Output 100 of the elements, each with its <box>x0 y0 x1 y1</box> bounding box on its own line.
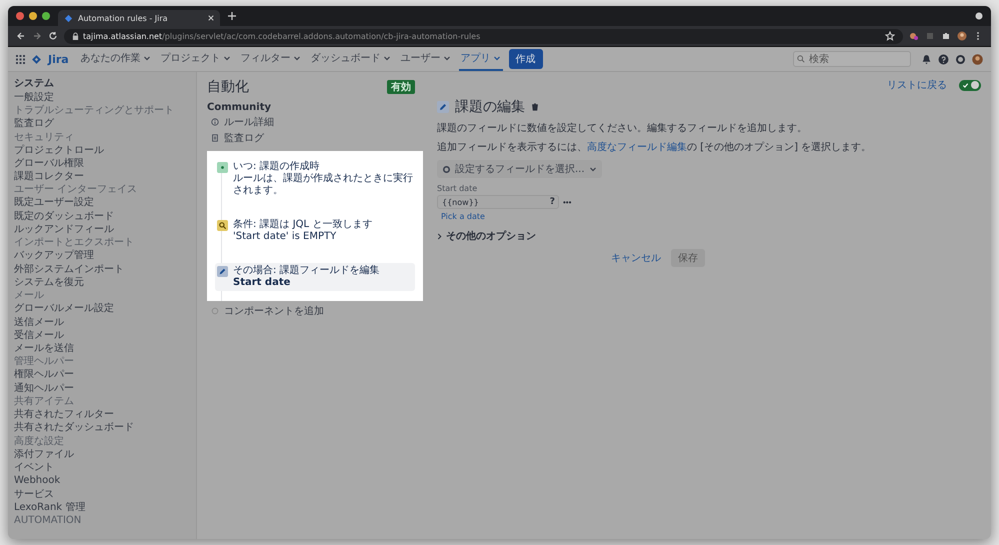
nav-menu[interactable]: プロジェクト <box>158 47 233 71</box>
nav-menu[interactable]: フィルター <box>238 47 303 71</box>
help-icon[interactable] <box>938 54 949 64</box>
sidebar-heading: 管理ヘルパー <box>14 355 75 368</box>
editor-title: 課題の編集 <box>455 98 525 116</box>
avatar-icon[interactable] <box>972 54 983 64</box>
sidebar-item[interactable]: 外部システムインポート <box>14 262 190 276</box>
nav-menu[interactable]: ユーザー <box>398 47 453 71</box>
caret-icon <box>588 165 597 173</box>
address-bar[interactable]: tajima.atlassian.net/plugins/servlet/ac/com.codebarrel.addons.automation/cb-jira-automation-rules <box>64 28 903 44</box>
nav-menu[interactable]: あなたの作業 <box>78 47 153 71</box>
sidebar-item[interactable]: 一般設定 <box>14 91 190 104</box>
sidebar-heading: ユーザー インターフェイス <box>14 183 138 196</box>
rule-step[interactable]: いつ: 課題の作成時 ルールは、課題が作成されたときに実行されます。 <box>215 159 415 199</box>
sidebar-item[interactable]: グローバルメール設定 <box>14 302 190 316</box>
rule-toggle[interactable] <box>959 80 981 90</box>
sidebar-item[interactable]: 添付ファイル <box>14 448 190 461</box>
project-label: Community <box>207 102 272 113</box>
sidebar-item[interactable]: 送信メール <box>14 316 190 329</box>
caret-icon <box>222 54 231 62</box>
sidebar-item[interactable]: イベント <box>14 460 190 474</box>
star-icon[interactable] <box>885 31 895 41</box>
info-icon <box>211 118 219 126</box>
lock-icon <box>72 32 79 40</box>
rule-link[interactable]: ルール詳細 <box>211 115 425 129</box>
sidebar-heading: メール <box>14 289 45 302</box>
sidebar-heading: インポートとエクスポート <box>14 236 135 250</box>
sidebar-item[interactable]: グローバル権限 <box>14 156 190 170</box>
back-icon[interactable] <box>16 31 26 41</box>
nav-menu[interactable]: ダッシュボード <box>308 47 393 71</box>
caret-icon <box>442 54 451 62</box>
page-title: 自動化 <box>207 78 249 96</box>
sidebar-heading: AUTOMATION <box>14 514 82 528</box>
search-field[interactable]: 検索 <box>793 51 911 67</box>
sidebar-heading: 共有アイテム <box>14 395 75 408</box>
caret-icon <box>292 54 301 62</box>
step-detail: Start date <box>233 277 292 289</box>
cancel-button[interactable]: キャンセル <box>607 249 665 267</box>
search-icon <box>217 220 228 231</box>
more-options-toggle[interactable]: その他のオプション <box>437 229 536 243</box>
back-to-list-link[interactable]: リストに戻る <box>887 78 947 92</box>
sidebar-item[interactable]: 共有されたダッシュボード <box>14 421 190 435</box>
extension-icon[interactable] <box>909 31 919 41</box>
bell-icon[interactable] <box>921 54 932 64</box>
add-component-link[interactable]: コンポーネントを追加 <box>211 304 425 318</box>
caret-icon <box>382 54 391 62</box>
reload-icon[interactable] <box>48 31 58 41</box>
nav-menu[interactable]: アプリ <box>458 47 503 71</box>
sidebar-item[interactable]: システムを復元 <box>14 276 190 290</box>
sidebar-item[interactable]: 既定ユーザー設定 <box>14 196 190 210</box>
sidebar-item[interactable]: ルックアンドフィール <box>14 223 190 236</box>
sidebar-title: システム <box>14 77 55 91</box>
pick-date-link[interactable]: Pick a date <box>441 212 485 221</box>
sidebar-item[interactable]: 通知ヘルパー <box>14 382 190 396</box>
sidebar-item[interactable]: 共有されたフィルター <box>14 408 190 422</box>
app-switcher-icon[interactable] <box>16 54 25 64</box>
settings-icon[interactable] <box>955 54 966 64</box>
close-icon[interactable] <box>208 15 214 21</box>
sidebar-item[interactable]: 課題コレクター <box>14 170 190 184</box>
sidebar-item[interactable]: バックアップ管理 <box>14 249 190 263</box>
jira-logo-icon <box>64 14 73 22</box>
field-label: Start date <box>437 184 478 193</box>
sidebar-item[interactable]: Webhook <box>14 474 190 488</box>
minimize-window-icon[interactable] <box>29 12 37 20</box>
sidebar-item[interactable]: LexoRank 管理 <box>14 500 190 514</box>
sidebar-heading: トラブルシューティングとサポート <box>14 104 175 118</box>
help-button[interactable]: ? <box>550 196 555 208</box>
new-tab-icon[interactable] <box>228 12 236 20</box>
maximize-window-icon[interactable] <box>42 12 50 20</box>
sidebar-item[interactable]: 既定のダッシュボード <box>14 210 190 224</box>
browser-tab[interactable]: Automation rules - Jira <box>58 10 220 26</box>
sidebar-item[interactable]: プロジェクトロール <box>14 144 190 157</box>
avatar-icon[interactable] <box>957 31 967 41</box>
close-window-icon[interactable] <box>16 12 24 20</box>
advanced-field-editing-link[interactable]: 高度なフィールド編集 <box>587 142 687 153</box>
profile-icon[interactable] <box>975 12 983 20</box>
sidebar-item[interactable]: サービス <box>14 488 190 501</box>
caret-icon <box>142 54 151 62</box>
jira-logo-icon <box>31 54 42 64</box>
sidebar-heading: セキュリティ <box>14 130 75 144</box>
field-picker-dropdown[interactable]: 設定するフィールドを選択... <box>437 160 602 178</box>
sidebar-item[interactable]: 監査ログ <box>14 117 190 131</box>
step-detail: 'Start date' is EMPTY <box>233 231 338 243</box>
status-badge: 有効 <box>387 80 415 94</box>
trigger-icon <box>217 162 228 173</box>
sidebar-item[interactable]: 受信メール <box>14 328 190 342</box>
sidebar-item[interactable]: 権限ヘルパー <box>14 368 190 382</box>
rule-link[interactable]: 監査ログ <box>211 131 425 145</box>
step-title: 条件: 課題は JQL と一致します <box>233 219 372 231</box>
more-button[interactable]: ••• <box>563 198 572 206</box>
sidebar-item[interactable]: メールを送信 <box>14 342 190 356</box>
check-icon <box>962 82 969 88</box>
create-button[interactable]: 作成 <box>508 49 543 69</box>
product-name[interactable]: Jira <box>48 52 69 66</box>
forward-icon[interactable] <box>32 31 42 41</box>
trash-icon[interactable] <box>531 103 539 111</box>
step-title: その場合: 課題フィールドを編集 <box>233 265 380 277</box>
rule-step[interactable]: その場合: 課題フィールドを編集 Start date <box>215 263 415 291</box>
search-icon <box>797 55 805 63</box>
rule-step[interactable]: 条件: 課題は JQL と一致します 'Start date' is EMPTY <box>215 217 415 245</box>
